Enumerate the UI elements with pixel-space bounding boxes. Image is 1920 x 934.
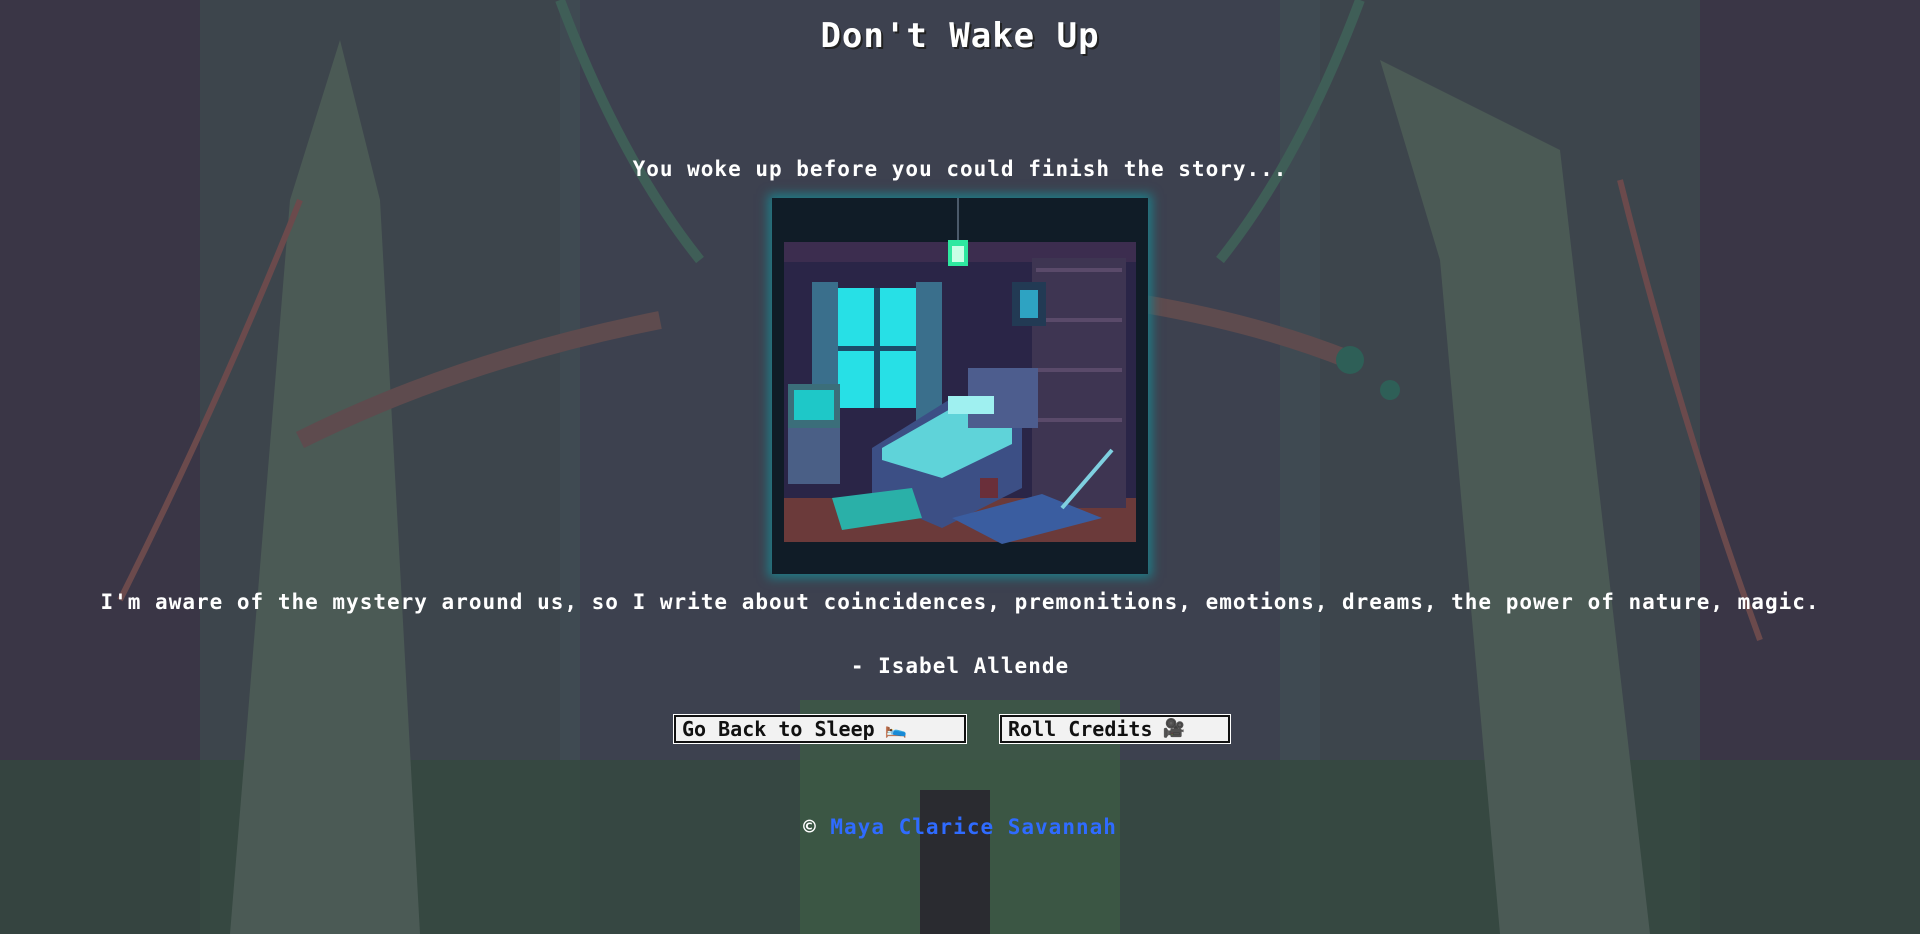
- copyright-symbol: ©: [803, 815, 817, 839]
- camera-icon: 🎥: [1162, 718, 1185, 739]
- bedroom-pixel-art: [772, 198, 1148, 574]
- ending-screen: Don't Wake Up You woke up before you cou…: [0, 0, 1920, 934]
- quote-text: I'm aware of the mystery around us, so I…: [100, 590, 1820, 614]
- bedroom-illustration: [772, 198, 1148, 574]
- go-back-to-sleep-label: Go Back to Sleep: [682, 717, 875, 741]
- footer: © Maya Clarice Savannah: [0, 815, 1920, 839]
- roll-credits-label: Roll Credits: [1008, 717, 1153, 741]
- author-link[interactable]: Maya Clarice Savannah: [830, 815, 1117, 839]
- page-subtitle: You woke up before you could finish the …: [632, 157, 1288, 181]
- roll-credits-button[interactable]: Roll Credits 🎥: [1000, 715, 1230, 743]
- go-back-to-sleep-button[interactable]: Go Back to Sleep 🛌: [674, 715, 966, 743]
- page-title: Don't Wake Up: [820, 16, 1100, 56]
- quote-author: - Isabel Allende: [850, 654, 1070, 678]
- bed-icon: 🛌: [884, 718, 908, 739]
